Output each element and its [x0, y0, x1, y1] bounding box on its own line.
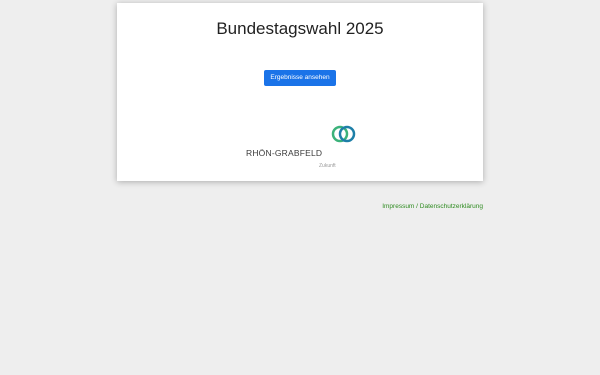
main-card: Bundestagswahl 2025 Ergebnisse ansehen R… [117, 3, 483, 181]
double-ring-icon [331, 124, 357, 144]
logo: RHÖN-GRABFELD Zukunft [246, 124, 358, 172]
view-results-button[interactable]: Ergebnisse ansehen [264, 70, 336, 86]
page-title: Bundestagswahl 2025 [216, 19, 384, 38]
logo-text: RHÖN-GRABFELD [246, 148, 323, 158]
impressum-link[interactable]: Impressum / Datenschutzerklärung [382, 203, 483, 210]
logo-subtitle: Zukunft [319, 163, 336, 169]
